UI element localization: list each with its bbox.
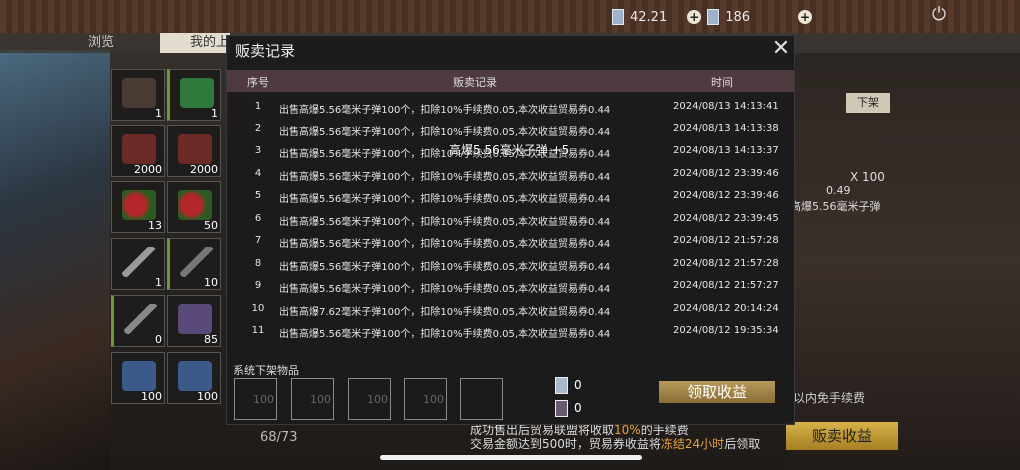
background-scene-left (0, 50, 110, 470)
table-row: 7 出售高爆5.56毫米子弹100个，扣除10%手续费0.05,本次收益贸易券0.… (254, 235, 779, 250)
add-currency1-button[interactable]: + (687, 10, 702, 24)
table-header: 序号 贩卖记录 时间 (227, 70, 794, 92)
inventory-slot[interactable]: 13 (111, 181, 165, 233)
berries-icon (178, 190, 212, 220)
reward-toast: 高爆5.56毫米子弹 +5 (449, 143, 570, 157)
inventory-slot[interactable]: 50 (167, 181, 221, 233)
card-icon (555, 400, 568, 417)
trade-voucher-icon (612, 9, 624, 25)
header-no: 序号 (247, 76, 269, 89)
ammo-pack-icon (122, 361, 156, 391)
table-row: 8 出售高爆5.56毫米子弹100个，扣除10%手续费0.05,本次收益贸易券0.… (254, 258, 779, 273)
ammo-pack-icon (178, 361, 212, 391)
rifle-icon (124, 304, 158, 334)
system-removed-slot[interactable]: 100 (348, 378, 391, 420)
earned-other-currency: 0 (555, 400, 582, 417)
header-record: 贩卖记录 (453, 76, 497, 89)
currency1-value: 42.21 (630, 9, 668, 25)
rifle-icon (122, 247, 156, 277)
rifle-icon (180, 247, 214, 277)
currency2-value: 186 (725, 9, 751, 25)
record-list[interactable]: 1 出售高爆5.56毫米子弹100个，扣除10%手续费0.05,本次收益贸易券0.… (227, 96, 794, 358)
listing-price: 0.49 (826, 184, 851, 197)
ammo-box-icon (178, 134, 212, 164)
table-row: 2 出售高爆5.56毫米子弹100个，扣除10%手续费0.05,本次收益贸易券0.… (254, 123, 779, 138)
table-row: 6 出售高爆5.56毫米子弹100个，扣除10%手续费0.05,本次收益贸易券0.… (254, 213, 779, 228)
fee-notice: 成功售出后贸易联盟将收取10%的手续费 交易金额达到500时，贸易券收益将冻结2… (470, 423, 761, 451)
close-icon[interactable]: ✕ (771, 38, 791, 60)
system-removed-slot[interactable] (460, 378, 503, 420)
inventory-slot[interactable]: 1 (111, 238, 165, 290)
listing-quantity: X 100 (850, 170, 885, 184)
claim-earnings-button[interactable]: 领取收益 (659, 381, 775, 403)
sell-income-button[interactable]: 贩卖收益 (786, 422, 898, 450)
card-icon (707, 9, 720, 25)
inventory-slot[interactable]: 100 (111, 352, 165, 404)
table-row: 5 出售高爆5.56毫米子弹100个，扣除10%手续费0.05,本次收益贸易券0.… (254, 190, 779, 205)
inventory-slot[interactable]: 85 (167, 295, 221, 347)
inventory-capacity: 68/73 (260, 430, 298, 445)
inventory-slot[interactable]: 10 (167, 238, 221, 290)
inventory-slot[interactable]: 100 (167, 352, 221, 404)
table-row: 4 出售高爆5.56毫米子弹100个，扣除10%手续费0.05,本次收益贸易券0.… (254, 168, 779, 183)
table-row: 11 出售高爆5.56毫米子弹100个，扣除10%手续费0.05,本次收益贸易券0… (251, 325, 779, 340)
system-removed-label: 系统下架物品 (233, 364, 299, 377)
berries-icon (122, 190, 156, 220)
home-indicator (380, 455, 642, 460)
background-scene-right (790, 50, 1020, 470)
inventory-slot[interactable]: 1 (111, 69, 165, 121)
table-row: 1 出售高爆5.56毫米子弹100个，扣除10%手续费0.05,本次收益贸易券0.… (254, 101, 779, 116)
fee-free-note: 以内免手续费 (793, 391, 866, 405)
tab-browse[interactable]: 浏览 (88, 33, 114, 53)
inventory-slot[interactable]: 1 (167, 69, 221, 121)
dialog-title: 贩卖记录 (235, 42, 296, 60)
system-removed-slot[interactable]: 100 (291, 378, 334, 420)
currency-bar: 42.21 + 186 + (612, 6, 813, 28)
ammo-pack-icon (178, 304, 212, 334)
inventory-slot[interactable]: 0 (111, 295, 165, 347)
sales-record-dialog: 贩卖记录 ✕ 序号 贩卖记录 时间 1 出售高爆5.56毫米子弹100个，扣除10… (226, 35, 795, 425)
ammo-box-icon (122, 134, 156, 164)
add-currency2-button[interactable]: + (798, 10, 813, 24)
inventory-slot[interactable]: 2000 (167, 125, 221, 177)
inventory-slot[interactable]: 2000 (111, 125, 165, 177)
header-time: 时间 (711, 76, 733, 89)
listing-item-name: 高爆5.56毫米子弹 (790, 200, 881, 213)
system-removed-slot[interactable]: 100 (234, 378, 277, 420)
table-row: 10 出售高爆7.62毫米子弹100个，扣除10%手续费0.05,本次收益贸易券0… (251, 303, 779, 318)
table-row: 9 出售高爆5.56毫米子弹100个，扣除10%手续费0.05,本次收益贸易券0.… (254, 280, 779, 295)
trade-voucher-icon (555, 377, 568, 394)
earned-trade-voucher: 0 (555, 377, 582, 394)
off-shelf-button[interactable]: 下架 (846, 93, 890, 113)
system-removed-slot[interactable]: 100 (404, 378, 447, 420)
background-roof (0, 0, 1020, 34)
tab-my-listings[interactable]: 我的上 (160, 33, 230, 53)
backpack-icon (122, 78, 156, 108)
hazard-box-icon (180, 78, 214, 108)
power-icon[interactable]: ⏻ (928, 4, 950, 26)
